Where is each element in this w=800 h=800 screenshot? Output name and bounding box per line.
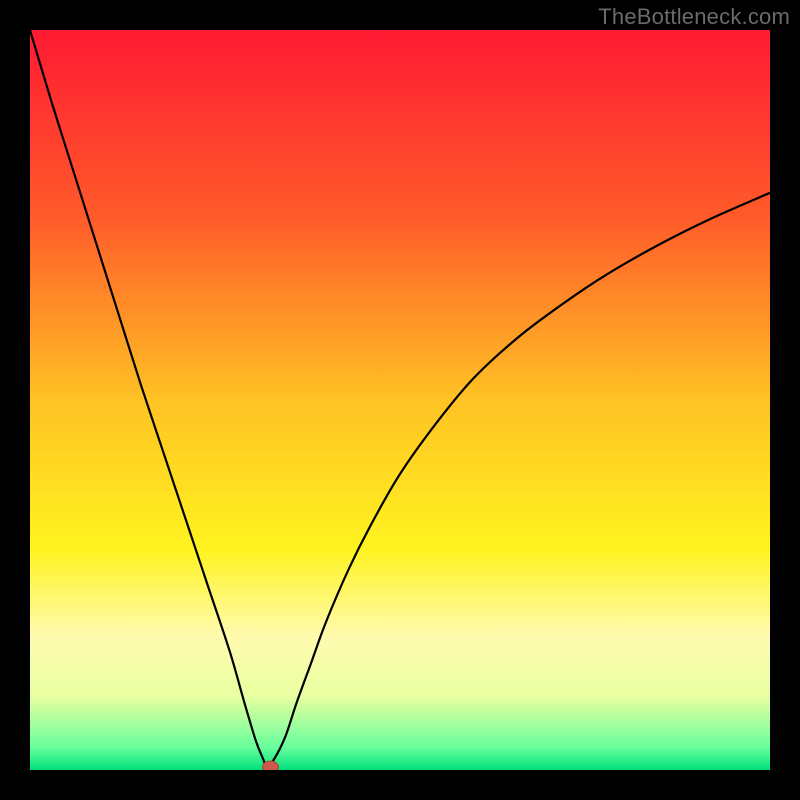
chart-frame: TheBottleneck.com xyxy=(0,0,800,800)
gradient-background xyxy=(30,30,770,770)
optimal-marker xyxy=(263,761,279,770)
chart-svg xyxy=(30,30,770,770)
watermark-text: TheBottleneck.com xyxy=(598,4,790,30)
plot-area xyxy=(30,30,770,770)
